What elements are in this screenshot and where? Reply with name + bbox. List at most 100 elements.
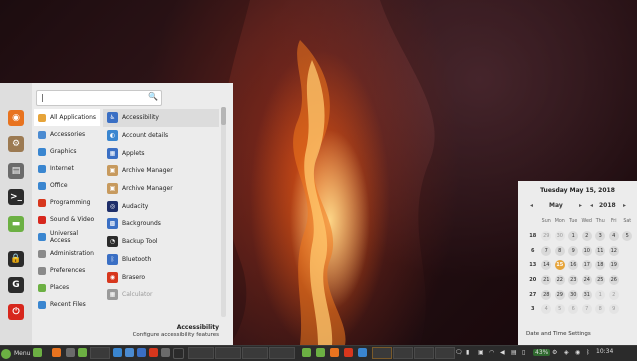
category-item[interactable]: Recent Files	[34, 296, 100, 313]
app-item[interactable]: ▦ Applets	[103, 144, 219, 162]
notifications-icon[interactable]: 🗨	[455, 349, 463, 356]
prev-year-arrow-icon[interactable]: ◂	[590, 202, 593, 209]
calendar-day[interactable]: 24	[580, 275, 594, 286]
shield-icon[interactable]: ◈	[564, 349, 569, 356]
taskbar-window-5[interactable]	[269, 347, 295, 359]
calendar-day[interactable]: 9	[607, 304, 621, 315]
updates-icon[interactable]: ▣	[478, 349, 484, 356]
scrollbar-thumb[interactable]	[221, 107, 226, 125]
settings-tray-icon[interactable]: ⚙	[552, 349, 557, 356]
calendar-day[interactable]: 5	[553, 304, 567, 315]
calendar-day[interactable]: 18	[594, 260, 608, 271]
app-launcher-3-icon[interactable]	[137, 348, 146, 357]
calendar-day[interactable]: 8	[594, 304, 608, 315]
calendar-day[interactable]: 8	[553, 245, 567, 256]
app-launcher-9-icon[interactable]	[330, 348, 339, 357]
calendar-day[interactable]: 9	[567, 245, 581, 256]
calendar-day[interactable]: 10	[580, 245, 594, 256]
category-item[interactable]: Programming	[34, 194, 100, 211]
battery-icon[interactable]: ▯	[522, 349, 525, 356]
category-item[interactable]: Sound & Video	[34, 211, 100, 228]
calendar-day[interactable]: 21	[540, 275, 554, 286]
app-item[interactable]: ◔ Backup Tool	[103, 233, 219, 251]
calendar-day[interactable]: 26	[607, 275, 621, 286]
power-icon[interactable]: ⏻	[8, 304, 24, 320]
calendar-day[interactable]: 4	[607, 231, 621, 242]
next-month-arrow-icon[interactable]: ▸	[579, 202, 582, 209]
calendar-day[interactable]: 11	[594, 245, 608, 256]
calendar-day[interactable]: 30	[567, 289, 581, 300]
calendar-day[interactable]	[621, 275, 635, 286]
taskbar-window-1[interactable]	[90, 347, 110, 359]
files-launcher-icon[interactable]	[78, 348, 87, 357]
category-item[interactable]: Accessories	[34, 126, 100, 143]
app-list-scrollbar[interactable]	[221, 107, 226, 317]
calendar-day[interactable]: 14	[540, 260, 554, 271]
app-item[interactable]: ▦ Calculator	[103, 286, 219, 304]
show-desktop-icon[interactable]	[33, 348, 42, 357]
app-launcher-5-icon[interactable]	[161, 348, 170, 357]
calendar-day[interactable]: 17	[580, 260, 594, 271]
calendar-day[interactable]: 4	[540, 304, 554, 315]
taskbar-window-3[interactable]	[215, 347, 241, 359]
calendar-day[interactable]: 2	[607, 289, 621, 300]
wifi-icon[interactable]: ◠	[489, 349, 494, 356]
category-item[interactable]: Office	[34, 177, 100, 194]
calendar-day[interactable]: 5	[621, 231, 635, 242]
app-launcher-10-icon[interactable]	[344, 348, 353, 357]
calendar-day[interactable]: 25	[594, 275, 608, 286]
app-item[interactable]: ♿ Accessibility	[103, 109, 219, 127]
app-item[interactable]: ◉ Brasero	[103, 268, 219, 286]
volume-icon[interactable]: ◀	[500, 349, 505, 356]
app-item[interactable]: ◐ Account details	[103, 127, 219, 145]
app-launcher-6-icon[interactable]	[173, 348, 184, 359]
calendar-day[interactable]: 16	[567, 260, 581, 271]
firefox-launcher-icon[interactable]	[52, 348, 61, 357]
firefox-icon[interactable]: ◉	[8, 110, 24, 126]
app-item[interactable]: ᛒ Bluetooth	[103, 251, 219, 269]
category-item[interactable]: Preferences	[34, 262, 100, 279]
next-year-arrow-icon[interactable]: ▸	[623, 202, 626, 209]
terminal-launcher-icon[interactable]	[66, 348, 75, 357]
app-item[interactable]: ▣ Archive Manager	[103, 180, 219, 198]
app-launcher-2-icon[interactable]	[125, 348, 134, 357]
app-launcher-4-icon[interactable]	[149, 348, 158, 357]
calendar-day[interactable]: 30	[553, 231, 567, 242]
calendar-day[interactable]: 12	[607, 245, 621, 256]
calendar-day[interactable]: 22	[553, 275, 567, 286]
logout-icon[interactable]: G	[8, 277, 24, 293]
calendar-day[interactable]: 2	[580, 231, 594, 242]
tray-app-icon[interactable]: ◉	[575, 349, 580, 356]
app-launcher-11-icon[interactable]	[358, 348, 367, 357]
app-item[interactable]: ▣ Archive Manager	[103, 162, 219, 180]
calendar-day[interactable]: 19	[607, 260, 621, 271]
taskbar-window-2[interactable]	[188, 347, 214, 359]
category-item[interactable]: Graphics	[34, 143, 100, 160]
bluetooth-tray-icon[interactable]: ᛒ	[586, 349, 590, 356]
calendar-day[interactable]: 23	[567, 275, 581, 286]
app-launcher-1-icon[interactable]	[113, 348, 122, 357]
prev-month-arrow-icon[interactable]: ◂	[530, 202, 533, 209]
calendar-day[interactable]	[621, 260, 635, 271]
battery-percent[interactable]: 43%	[533, 349, 551, 356]
category-item[interactable]: All Applications	[34, 109, 100, 126]
files-icon[interactable]: ▬	[8, 216, 24, 232]
network-icon[interactable]: ▮	[466, 349, 469, 356]
category-item[interactable]: Universal Access	[34, 228, 100, 245]
terminal-icon[interactable]: >_	[8, 189, 24, 205]
calendar-day[interactable]: 7	[540, 245, 554, 256]
calendar-day[interactable]: 29	[540, 231, 554, 242]
calendar-day[interactable]: 29	[553, 289, 567, 300]
workspace-3[interactable]	[414, 347, 434, 359]
system-icon[interactable]: ▤	[8, 163, 24, 179]
workspace-2[interactable]	[393, 347, 413, 359]
calendar-day[interactable]: 31	[580, 289, 594, 300]
category-item[interactable]: Places	[34, 279, 100, 296]
calendar-day[interactable]: 1	[594, 289, 608, 300]
workspace-1[interactable]	[372, 347, 392, 359]
calendar-day[interactable]: 7	[580, 304, 594, 315]
category-item[interactable]: Internet	[34, 160, 100, 177]
app-item[interactable]: ◎ Audacity	[103, 197, 219, 215]
calendar-day[interactable]: 3	[594, 231, 608, 242]
calendar-day-today[interactable]: 15	[553, 260, 567, 271]
